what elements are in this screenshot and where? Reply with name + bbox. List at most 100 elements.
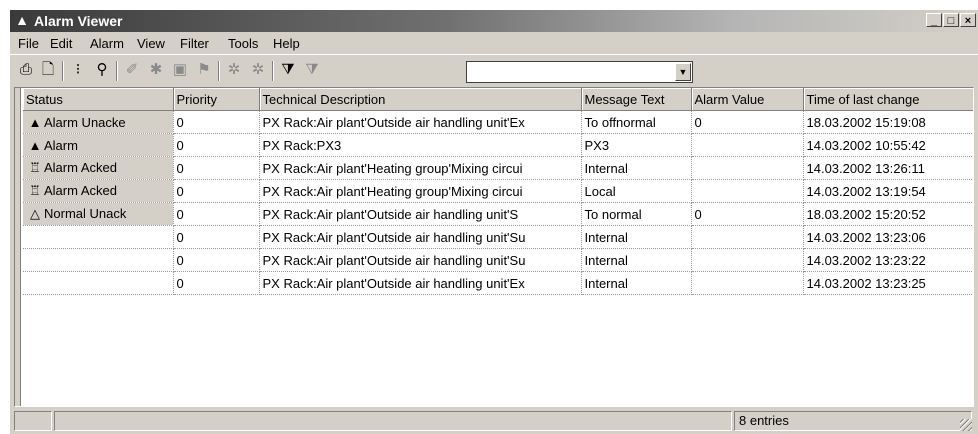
table-row[interactable]: 0 PX Rack:Air plant'Outside air handling …: [23, 248, 973, 272]
print-icon[interactable]: ⎙: [16, 59, 36, 81]
time-cell: 14.03.2002 13:19:54: [803, 179, 973, 203]
status-cell: [23, 248, 174, 272]
table-row[interactable]: ▲ Alarm Unacke 0 PX Rack:Air plant'Outside …: [23, 110, 973, 134]
table-row[interactable]: ▲ Alarm 0 PX Rack:PX3 PX3 14.03.2002 10:55:42: [23, 133, 973, 157]
print-preview-icon[interactable]: 🗋: [38, 59, 58, 81]
menu-alarm[interactable]: Alarm: [90, 36, 124, 51]
acknowledge-all-icon[interactable]: ✱: [146, 59, 166, 81]
table-row[interactable]: ♖ Alarm Acked 0 PX Rack:Air plant'Heating g…: [23, 156, 973, 180]
time-cell: 14.03.2002 13:23:25: [803, 271, 973, 295]
column-header-time[interactable]: Time of last change: [803, 88, 973, 111]
column-header-alarm-value[interactable]: Alarm Value: [691, 88, 804, 111]
toolbar-separator: [62, 61, 64, 81]
message-cell: Internal: [581, 156, 692, 180]
entries-count: 8 entries: [734, 411, 972, 431]
status-cell: ♖ Alarm Acked: [23, 179, 174, 203]
acknowledge-icon[interactable]: ✐: [122, 59, 142, 81]
normal-bell-icon: △: [30, 206, 40, 221]
status-label: Normal Unack: [44, 206, 127, 221]
menu-help[interactable]: Help: [273, 36, 300, 51]
filter-combo[interactable]: ▼: [466, 61, 693, 83]
time-cell: 18.03.2002 15:20:52: [803, 202, 973, 226]
priority-cell: 0: [173, 156, 260, 180]
priority-cell: 0: [173, 133, 260, 157]
status-cell: [23, 271, 174, 295]
toolbar-separator: [272, 61, 274, 81]
table-row[interactable]: 0 PX Rack:Air plant'Outside air handling …: [23, 225, 973, 249]
alarm-value-cell: 0: [691, 110, 804, 134]
chevron-down-icon[interactable]: ▼: [675, 63, 691, 81]
status-cell: [23, 225, 174, 249]
message-cell: To normal: [581, 202, 692, 226]
description-cell: PX Rack:Air plant'Outside air handling u…: [259, 271, 582, 295]
priority-cell: 0: [173, 202, 260, 226]
description-cell: PX Rack:Air plant'Outside air handling u…: [259, 110, 582, 134]
description-cell: PX Rack:Air plant'Outside air handling u…: [259, 202, 582, 226]
acked-bell-icon: ♖: [29, 183, 41, 198]
time-cell: 14.03.2002 10:55:42: [803, 133, 973, 157]
description-cell: PX Rack:Air plant'Outside air handling u…: [259, 225, 582, 249]
disable-icon[interactable]: ⚑: [194, 59, 214, 81]
alarm-bell-icon: ▲: [28, 137, 42, 153]
alarm-table: Status Priority Technical Description Me…: [23, 88, 973, 295]
alarm-value-cell: [691, 225, 804, 249]
priority-cell: 0: [173, 110, 260, 134]
panel-splitter[interactable]: [15, 88, 21, 406]
column-header-status[interactable]: Status: [23, 88, 174, 111]
tree-icon[interactable]: ⁝: [68, 59, 88, 81]
unblock-icon[interactable]: ✲: [248, 59, 268, 81]
menu-filter[interactable]: Filter: [180, 36, 209, 51]
priority-cell: 0: [173, 179, 260, 203]
alarm-value-cell: [691, 133, 804, 157]
message-cell: To offnormal: [581, 110, 692, 134]
menu-view[interactable]: View: [137, 36, 165, 51]
find-binoculars-icon[interactable]: ⚲: [92, 59, 112, 81]
table-row[interactable]: 0 PX Rack:Air plant'Outside air handling …: [23, 271, 973, 295]
status-pane-1: [14, 411, 52, 431]
menu-tools[interactable]: Tools: [228, 36, 258, 51]
time-cell: 14.03.2002 13:26:11: [803, 156, 973, 180]
filter-edit-icon[interactable]: ⧩: [302, 59, 322, 81]
resize-grip[interactable]: [960, 419, 972, 431]
column-header-priority[interactable]: Priority: [173, 88, 260, 111]
window-title: Alarm Viewer: [34, 13, 123, 29]
status-cell: △ Normal Unack: [23, 202, 174, 226]
alarm-table-panel: Status Priority Technical Description Me…: [14, 87, 974, 407]
status-label: Alarm Acked: [44, 160, 117, 175]
video-icon[interactable]: ▣: [170, 59, 190, 81]
column-header-description[interactable]: Technical Description: [259, 88, 582, 111]
table-row[interactable]: △ Normal Unack 0 PX Rack:Air plant'Outside …: [23, 202, 973, 226]
priority-cell: 0: [173, 271, 260, 295]
acked-bell-icon: ♖: [29, 160, 41, 175]
filter-icon[interactable]: ⧩: [278, 59, 298, 81]
maximize-button[interactable]: □: [943, 13, 959, 27]
message-cell: Internal: [581, 271, 692, 295]
column-header-message[interactable]: Message Text: [581, 88, 692, 111]
table-row[interactable]: ♖ Alarm Acked 0 PX Rack:Air plant'Heating g…: [23, 179, 973, 203]
toolbar-separator: [116, 61, 118, 81]
status-pane-2: [54, 411, 732, 431]
menu-file[interactable]: File: [18, 36, 39, 51]
status-cell: ♖ Alarm Acked: [23, 156, 174, 180]
toolbar: ⎙ 🗋 ⁝ ⚲ ✐ ✱ ▣ ⚑ ✲ ✲ ⧩ ⧩ ▼: [10, 54, 978, 86]
close-button[interactable]: ×: [960, 13, 976, 27]
status-label: Alarm Unacke: [44, 114, 126, 130]
message-cell: PX3: [581, 133, 692, 157]
alarm-bell-icon: ▲: [28, 114, 42, 130]
time-cell: 14.03.2002 13:23:06: [803, 225, 973, 249]
alarm-value-cell: [691, 179, 804, 203]
menu-bar: File Edit Alarm View Filter Tools Help: [10, 32, 978, 54]
alarm-value-cell: [691, 271, 804, 295]
block-icon[interactable]: ✲: [224, 59, 244, 81]
minimize-button[interactable]: _: [926, 13, 942, 27]
status-label: Alarm: [44, 137, 78, 153]
priority-cell: 0: [173, 225, 260, 249]
alarm-value-cell: [691, 156, 804, 180]
alarm-value-cell: [691, 248, 804, 272]
title-bar[interactable]: ▲ Alarm Viewer _ □ ×: [10, 10, 978, 32]
description-cell: PX Rack:Air plant'Heating group'Mixing c…: [259, 156, 582, 180]
menu-edit[interactable]: Edit: [50, 36, 72, 51]
message-cell: Internal: [581, 248, 692, 272]
app-bell-icon: ▲: [15, 12, 29, 28]
status-label: Alarm Acked: [44, 183, 117, 198]
